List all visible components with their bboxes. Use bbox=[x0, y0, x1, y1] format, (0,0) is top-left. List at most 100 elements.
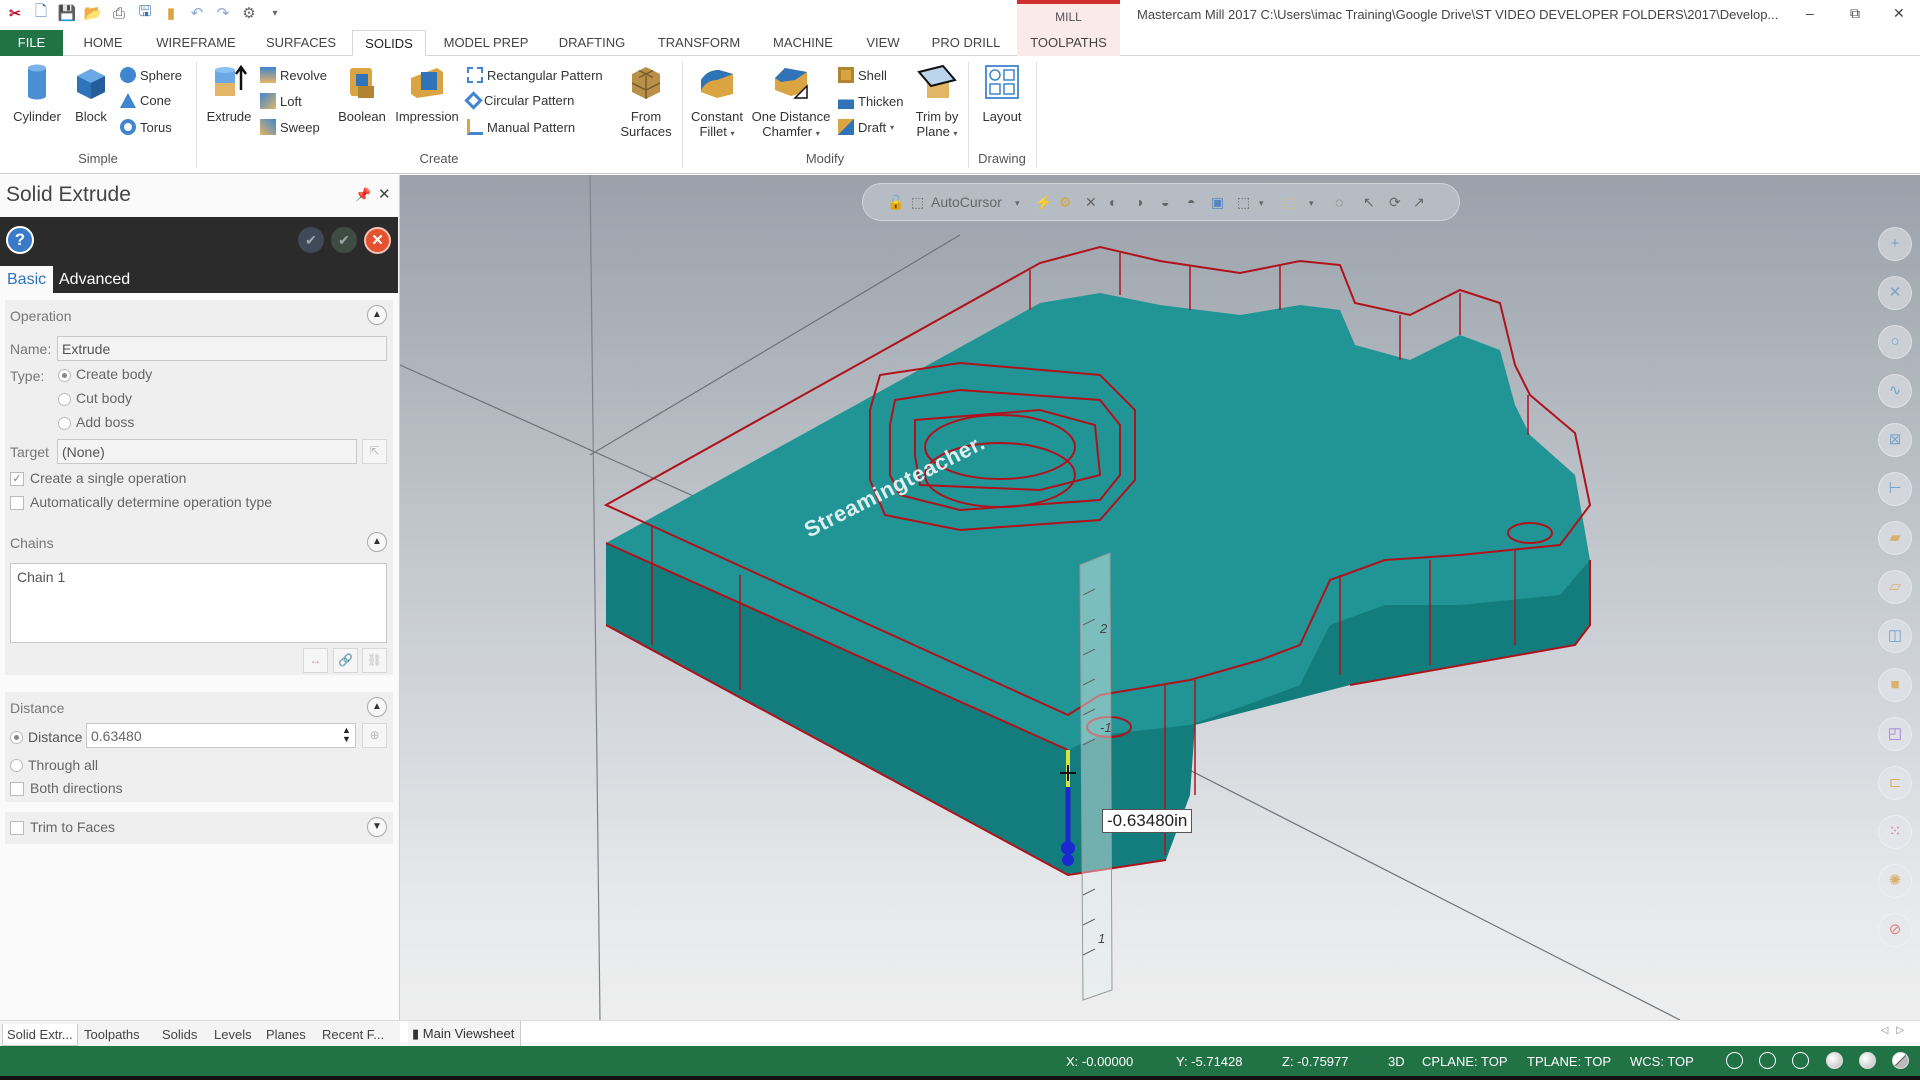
chain-item[interactable]: Chain 1 bbox=[17, 569, 65, 585]
distance-radio[interactable] bbox=[10, 731, 23, 744]
line-tool-icon[interactable]: ✕ bbox=[1878, 276, 1912, 310]
distance-spinner[interactable]: ▲ ▼ bbox=[342, 726, 351, 744]
snap-icon[interactable]: ◒ bbox=[1161, 194, 1169, 210]
tab-basic[interactable]: Basic bbox=[0, 266, 54, 293]
select-last-icon[interactable]: ↖ bbox=[1363, 194, 1375, 211]
impression-button[interactable]: Impression bbox=[392, 62, 462, 124]
collapse-chevron-icon[interactable]: ▲ bbox=[367, 697, 387, 717]
shaded-sphere-icon[interactable] bbox=[1826, 1052, 1843, 1069]
ok-and-create-new-button[interactable]: ✔ bbox=[298, 227, 324, 253]
dropdown-caret-icon[interactable]: ▾ bbox=[890, 123, 894, 132]
cylinder-button[interactable]: Cylinder bbox=[10, 62, 64, 124]
cancel-button[interactable]: ✕ bbox=[364, 227, 391, 254]
translucency-icon[interactable] bbox=[1892, 1052, 1909, 1069]
clear-selection-icon[interactable]: ↗ bbox=[1413, 194, 1425, 211]
refresh-icon[interactable]: ⟳ bbox=[1389, 194, 1401, 211]
collapse-chevron-icon[interactable]: ▲ bbox=[367, 532, 387, 552]
pin-icon[interactable]: ▮ bbox=[162, 4, 180, 22]
snap-icon[interactable]: ✕ bbox=[1085, 194, 1097, 211]
redo-icon[interactable]: ↷ bbox=[214, 4, 232, 22]
manual-pattern-button[interactable]: Manual Pattern bbox=[467, 119, 575, 135]
restore-button[interactable]: ⧉ bbox=[1850, 5, 1860, 22]
tab-surfaces[interactable]: SURFACES bbox=[258, 30, 344, 56]
torus-button[interactable]: Torus bbox=[120, 119, 172, 135]
cone-button[interactable]: Cone bbox=[120, 93, 171, 108]
through-all-radio[interactable] bbox=[10, 759, 23, 772]
wcs-indicator[interactable]: WCS: TOP bbox=[1630, 1054, 1694, 1069]
block-button[interactable]: Block bbox=[66, 62, 116, 124]
dimension-tool-icon[interactable]: ⊢ bbox=[1878, 472, 1912, 506]
wireframe-globe-icon[interactable] bbox=[1726, 1052, 1743, 1069]
customize-dropdown-icon[interactable]: ▾ bbox=[266, 4, 284, 22]
thicken-button[interactable]: Thicken bbox=[838, 93, 904, 109]
gear-tool-icon[interactable]: ✺ bbox=[1878, 864, 1912, 898]
tab-toolpaths-manager[interactable]: Toolpaths bbox=[80, 1024, 144, 1046]
target-input[interactable] bbox=[57, 439, 357, 464]
dropdown-icon[interactable]: ▾ bbox=[1259, 198, 1264, 209]
fast-point-icon[interactable]: ⚡ bbox=[1035, 194, 1052, 211]
both-directions-checkbox[interactable] bbox=[10, 782, 24, 796]
link-chain-icon[interactable]: ⛓ bbox=[362, 648, 387, 673]
dropdown-caret-icon[interactable]: ▾ bbox=[731, 129, 735, 138]
shaded-globe-icon[interactable] bbox=[1792, 1052, 1809, 1069]
tab-transform[interactable]: TRANSFORM bbox=[650, 30, 748, 56]
cut-tool-icon[interactable]: ▱ bbox=[1878, 570, 1912, 604]
dropdown-caret-icon[interactable]: ▾ bbox=[953, 129, 957, 138]
new-file-icon[interactable]: 🗋 bbox=[32, 3, 50, 22]
rectangular-pattern-button[interactable]: Rectangular Pattern bbox=[467, 67, 603, 83]
expand-chevron-icon[interactable]: ▼ bbox=[367, 817, 387, 837]
boolean-tool-icon[interactable]: ◰ bbox=[1878, 717, 1912, 751]
sphere-button[interactable]: Sphere bbox=[120, 67, 182, 83]
distance-input[interactable] bbox=[86, 723, 356, 748]
hidden-line-globe-icon[interactable] bbox=[1759, 1052, 1776, 1069]
auto-determine-checkbox[interactable] bbox=[10, 496, 24, 510]
select-mode-icon[interactable]: ⬚ bbox=[1237, 194, 1250, 211]
tab-recent-functions[interactable]: Recent F... bbox=[318, 1024, 388, 1046]
print-icon[interactable]: ⎙ bbox=[110, 4, 128, 22]
revolve-button[interactable]: Revolve bbox=[260, 67, 327, 83]
create-body-radio[interactable] bbox=[58, 369, 71, 382]
tab-levels[interactable]: Levels bbox=[210, 1024, 256, 1046]
reverse-chain-icon[interactable]: ↔ bbox=[303, 648, 328, 673]
add-point-tool-icon[interactable]: + bbox=[1878, 227, 1912, 261]
autocursor-label[interactable]: AutoCursor bbox=[931, 194, 1002, 210]
dropdown-icon[interactable]: ▾ bbox=[1309, 198, 1314, 209]
pin-panel-icon[interactable]: 📌 bbox=[355, 187, 371, 203]
chains-list[interactable]: Chain 1 bbox=[10, 563, 387, 643]
tplane-indicator[interactable]: TPLANE: TOP bbox=[1527, 1054, 1611, 1069]
tab-file[interactable]: FILE bbox=[0, 30, 63, 56]
circular-pattern-button[interactable]: Circular Pattern bbox=[464, 91, 574, 110]
tab-solids-manager[interactable]: Solids bbox=[158, 1024, 201, 1046]
lock-icon[interactable]: 🔓 bbox=[887, 194, 904, 211]
loft-button[interactable]: Loft bbox=[260, 93, 302, 109]
boolean-button[interactable]: Boolean bbox=[334, 62, 390, 124]
add-chain-icon[interactable]: 🔗 bbox=[333, 648, 358, 673]
tab-machine[interactable]: MACHINE bbox=[764, 30, 842, 56]
tab-advanced[interactable]: Advanced bbox=[52, 266, 137, 293]
solid-box-tool-icon[interactable]: ◫ bbox=[1878, 619, 1912, 653]
tab-model-prep[interactable]: MODEL PREP bbox=[436, 30, 536, 56]
trim-by-plane-button[interactable]: Trim by Plane ▾ bbox=[908, 62, 966, 141]
pattern-tool-icon[interactable]: ⁙ bbox=[1878, 815, 1912, 849]
ok-button[interactable]: ✔ bbox=[331, 227, 357, 253]
snap-icon[interactable]: ◐ bbox=[1109, 194, 1117, 210]
snap-icon[interactable]: ◓ bbox=[1187, 194, 1195, 210]
single-operation-checkbox[interactable]: ✓ bbox=[10, 472, 24, 486]
tab-toolpaths[interactable]: TOOLPATHS bbox=[1017, 30, 1120, 56]
autocursor-dropdown-icon[interactable]: ▾ bbox=[1015, 198, 1020, 209]
name-input[interactable] bbox=[57, 336, 387, 361]
cplane-indicator[interactable]: CPLANE: TOP bbox=[1422, 1054, 1508, 1069]
draft-button[interactable]: Draft ▾ bbox=[838, 119, 894, 135]
tab-solid-extrude[interactable]: Solid Extr... bbox=[2, 1024, 78, 1046]
extrude-tool-icon[interactable]: ▰ bbox=[1878, 521, 1912, 555]
sweep-button[interactable]: Sweep bbox=[260, 119, 320, 135]
from-surfaces-button[interactable]: From Surfaces bbox=[618, 62, 674, 139]
one-distance-chamfer-button[interactable]: One Distance Chamfer ▾ bbox=[748, 62, 834, 141]
verify-icon[interactable]: ◌ bbox=[1335, 194, 1343, 210]
tab-wireframe[interactable]: WIREFRAME bbox=[148, 30, 244, 56]
tab-view[interactable]: VIEW bbox=[858, 30, 908, 56]
mode-2d-3d-toggle[interactable]: 3D bbox=[1388, 1054, 1405, 1069]
viewsheet-scroll-arrows[interactable]: ◁▷ bbox=[1881, 1025, 1912, 1036]
gear-snap-icon[interactable]: ⚙ bbox=[1059, 194, 1072, 211]
mastercam-logo-icon[interactable]: ✂ bbox=[6, 4, 24, 22]
